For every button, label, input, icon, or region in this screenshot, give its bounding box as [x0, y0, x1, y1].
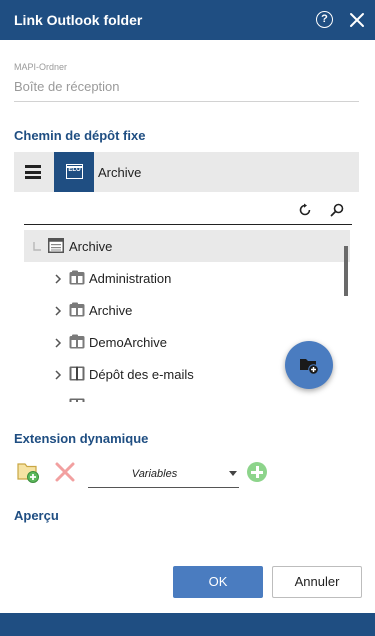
tree-item-label: Archive [89, 303, 133, 318]
new-folder-fab[interactable] [285, 341, 333, 389]
close-icon[interactable] [348, 11, 366, 29]
preview-heading: Aperçu [14, 508, 59, 523]
tree-toolbar-divider [24, 224, 352, 225]
mapi-field-underline [14, 101, 359, 102]
folder-icon [69, 302, 85, 317]
delete-x-icon[interactable] [53, 460, 77, 484]
tree-item-partial[interactable] [24, 390, 350, 402]
variables-dropdown[interactable]: Variables [88, 462, 239, 488]
chevron-right-icon[interactable] [53, 368, 63, 380]
mapi-folder-label: MAPI-Ordner [14, 62, 68, 72]
tree-item-label: Administration [89, 271, 172, 286]
fixed-path-heading: Chemin de dépôt fixe [14, 128, 146, 143]
elo-repository-icon: ELO [66, 164, 83, 179]
chevron-right-icon[interactable] [53, 336, 63, 348]
add-folder-icon [300, 359, 319, 375]
ok-button[interactable]: OK [173, 566, 263, 598]
repository-label: Archive [98, 165, 142, 180]
caret-down-icon [229, 471, 237, 476]
tree-item-label: Archive [69, 239, 113, 254]
search-icon[interactable] [329, 202, 345, 218]
folder-icon [69, 270, 85, 285]
chevron-right-icon[interactable] [53, 304, 63, 316]
add-variable-icon[interactable] [247, 462, 267, 482]
tree-scrollbar[interactable] [344, 246, 348, 296]
binder-icon [69, 366, 85, 381]
tree-item[interactable]: Archive [24, 294, 350, 326]
tree-item-label: Dépôt des e-mails [89, 367, 194, 382]
tree-item-label: DemoArchive [89, 335, 168, 350]
dynamic-extension-heading: Extension dynamique [14, 431, 149, 446]
cancel-button[interactable]: Annuler [272, 566, 362, 598]
dialog-title: Link Outlook folder [14, 12, 143, 28]
title-bar: Link Outlook folder ? [0, 0, 375, 40]
folder-icon [69, 334, 85, 349]
repository-bar: ELO Archive [14, 152, 359, 192]
tree-item-root[interactable]: Archive [24, 230, 350, 262]
variables-dropdown-value: Variables [131, 468, 178, 480]
help-icon[interactable]: ? [316, 11, 333, 28]
footer-bar [0, 613, 375, 636]
add-folder-green-icon[interactable] [16, 460, 40, 484]
chevron-right-icon[interactable] [53, 272, 63, 284]
hamburger-menu-icon[interactable] [25, 165, 41, 179]
collapse-icon[interactable] [32, 240, 42, 252]
chevron-right-icon[interactable] [53, 400, 63, 402]
refresh-icon[interactable] [297, 202, 313, 218]
repository-button[interactable]: ELO [54, 152, 94, 192]
archive-cabinet-icon [48, 238, 64, 253]
binder-icon [69, 398, 85, 402]
tree-item[interactable]: Administration [24, 262, 350, 294]
mapi-folder-field[interactable]: Boîte de réception [14, 79, 120, 94]
